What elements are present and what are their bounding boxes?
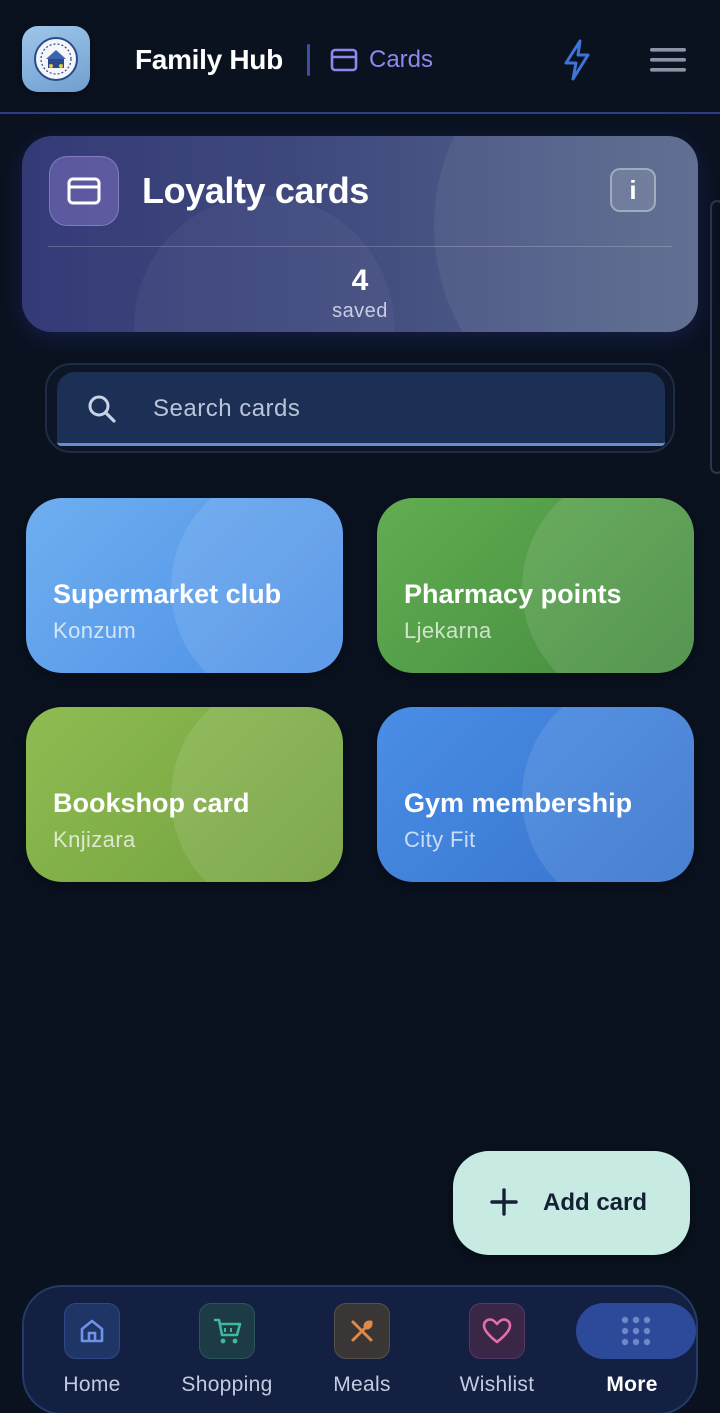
card-store: Ljekarna	[404, 618, 492, 643]
utensils-icon	[334, 1303, 390, 1359]
bolt-icon[interactable]	[562, 39, 592, 86]
menu-icon[interactable]	[650, 48, 686, 77]
search-icon	[87, 394, 117, 429]
side-drawer-handle[interactable]	[710, 200, 720, 474]
nav-label-wishlist: Wishlist	[459, 1373, 535, 1396]
cart-icon	[199, 1303, 255, 1359]
add-card-label: Add card	[543, 1189, 648, 1216]
nav-label-meals: Meals	[333, 1373, 391, 1396]
card-name: Supermarket club	[53, 579, 282, 609]
bottom-navigation: Home Shopping Meals Wishlist More	[22, 1285, 698, 1413]
header-divider	[307, 44, 310, 76]
info-button[interactable]: i	[610, 168, 656, 212]
loyalty-card-bookshop[interactable]: Bookshop card Knjizara	[26, 707, 343, 882]
search-field[interactable]	[57, 372, 665, 446]
card-store: City Fit	[404, 827, 476, 852]
add-card-button[interactable]: Add card	[453, 1151, 690, 1255]
heart-icon	[469, 1303, 525, 1359]
home-icon	[64, 1303, 120, 1359]
credit-card-icon	[49, 156, 119, 226]
card-name: Bookshop card	[53, 788, 250, 818]
nav-item-more[interactable]: More	[564, 1287, 700, 1413]
family-logo-icon[interactable]	[22, 26, 90, 92]
card-name: Pharmacy points	[404, 579, 622, 609]
loyalty-card-pharmacy[interactable]: Pharmacy points Ljekarna	[377, 498, 694, 673]
page-title: Loyalty cards	[142, 170, 369, 211]
grid-icon	[576, 1303, 696, 1359]
loyalty-summary-card: Loyalty cards i 4 saved	[22, 136, 698, 332]
cards-count: 4	[351, 264, 369, 297]
app-header: Family Hub Cards	[0, 0, 720, 114]
nav-label-more: More	[606, 1373, 658, 1396]
card-store: Knjizara	[53, 827, 136, 852]
search-input[interactable]	[153, 392, 633, 426]
card-icon	[330, 48, 358, 77]
nav-item-shopping[interactable]: Shopping	[159, 1287, 295, 1413]
search-container	[45, 363, 675, 453]
loyalty-card-supermarket[interactable]: Supermarket club Konzum	[26, 498, 343, 673]
plus-icon	[489, 1187, 519, 1222]
nav-label-shopping: Shopping	[181, 1373, 273, 1396]
nav-item-meals[interactable]: Meals	[294, 1287, 430, 1413]
nav-label-home: Home	[63, 1373, 121, 1396]
loyalty-card-gym[interactable]: Gym membership City Fit	[377, 707, 694, 882]
breadcrumb-cards[interactable]: Cards	[369, 46, 433, 74]
nav-item-wishlist[interactable]: Wishlist	[429, 1287, 565, 1413]
card-name: Gym membership	[404, 788, 633, 818]
card-store: Konzum	[53, 618, 137, 643]
cards-count-label: saved	[332, 300, 388, 322]
nav-item-home[interactable]: Home	[24, 1287, 160, 1413]
divider	[48, 246, 672, 247]
app-title: Family Hub	[135, 44, 283, 75]
